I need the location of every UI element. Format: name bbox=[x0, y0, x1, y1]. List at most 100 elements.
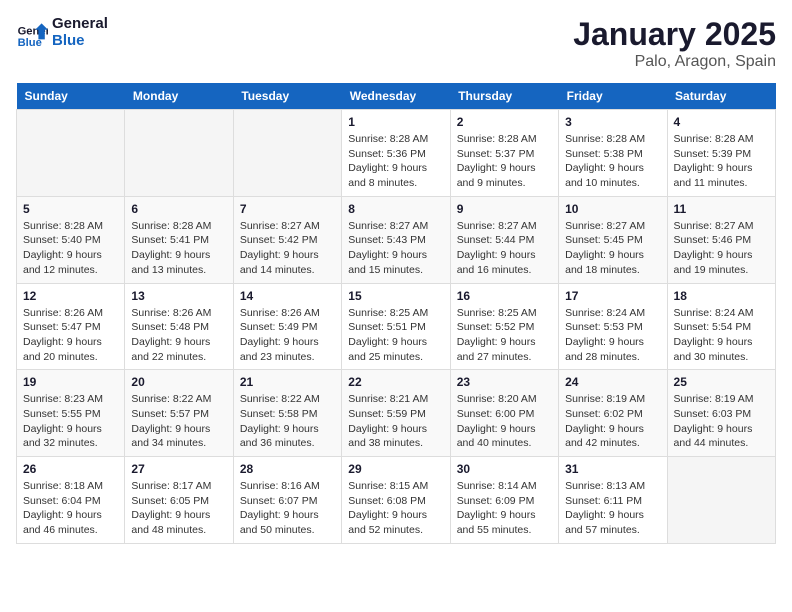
sunrise-text: Sunrise: 8:26 AM bbox=[240, 307, 320, 319]
day-info: Sunrise: 8:16 AMSunset: 6:07 PMDaylight:… bbox=[240, 479, 335, 538]
day-number: 24 bbox=[565, 375, 660, 389]
week-row-1: 1Sunrise: 8:28 AMSunset: 5:36 PMDaylight… bbox=[17, 110, 776, 197]
day-number: 5 bbox=[23, 202, 118, 216]
daylight-text: Daylight: 9 hours bbox=[457, 423, 536, 435]
calendar-cell: 13Sunrise: 8:26 AMSunset: 5:48 PMDayligh… bbox=[125, 283, 233, 370]
daylight-minutes: and 36 minutes. bbox=[240, 437, 315, 449]
day-info: Sunrise: 8:19 AMSunset: 6:03 PMDaylight:… bbox=[674, 392, 769, 451]
day-number: 18 bbox=[674, 289, 769, 303]
weekday-header-sunday: Sunday bbox=[17, 83, 125, 110]
calendar-cell bbox=[667, 457, 775, 544]
daylight-text: Daylight: 9 hours bbox=[348, 509, 427, 521]
daylight-minutes: and 55 minutes. bbox=[457, 524, 532, 536]
day-number: 31 bbox=[565, 462, 660, 476]
calendar-cell bbox=[233, 110, 341, 197]
sunset-text: Sunset: 6:00 PM bbox=[457, 408, 535, 420]
sunset-text: Sunset: 5:48 PM bbox=[131, 321, 209, 333]
day-number: 4 bbox=[674, 115, 769, 129]
daylight-text: Daylight: 9 hours bbox=[565, 423, 644, 435]
day-number: 14 bbox=[240, 289, 335, 303]
daylight-text: Daylight: 9 hours bbox=[348, 162, 427, 174]
calendar-cell: 25Sunrise: 8:19 AMSunset: 6:03 PMDayligh… bbox=[667, 370, 775, 457]
weekday-header-saturday: Saturday bbox=[667, 83, 775, 110]
day-number: 23 bbox=[457, 375, 552, 389]
day-info: Sunrise: 8:22 AMSunset: 5:57 PMDaylight:… bbox=[131, 392, 226, 451]
calendar-cell: 15Sunrise: 8:25 AMSunset: 5:51 PMDayligh… bbox=[342, 283, 450, 370]
sunrise-text: Sunrise: 8:28 AM bbox=[348, 133, 428, 145]
day-info: Sunrise: 8:17 AMSunset: 6:05 PMDaylight:… bbox=[131, 479, 226, 538]
sunset-text: Sunset: 5:41 PM bbox=[131, 234, 209, 246]
daylight-text: Daylight: 9 hours bbox=[131, 423, 210, 435]
day-number: 15 bbox=[348, 289, 443, 303]
daylight-minutes: and 48 minutes. bbox=[131, 524, 206, 536]
calendar-cell: 30Sunrise: 8:14 AMSunset: 6:09 PMDayligh… bbox=[450, 457, 558, 544]
day-number: 26 bbox=[23, 462, 118, 476]
day-info: Sunrise: 8:18 AMSunset: 6:04 PMDaylight:… bbox=[23, 479, 118, 538]
day-number: 27 bbox=[131, 462, 226, 476]
daylight-text: Daylight: 9 hours bbox=[240, 509, 319, 521]
day-info: Sunrise: 8:19 AMSunset: 6:02 PMDaylight:… bbox=[565, 392, 660, 451]
daylight-minutes: and 27 minutes. bbox=[457, 351, 532, 363]
sunset-text: Sunset: 5:54 PM bbox=[674, 321, 752, 333]
logo-blue: Blue bbox=[52, 33, 108, 50]
daylight-minutes: and 13 minutes. bbox=[131, 264, 206, 276]
daylight-text: Daylight: 9 hours bbox=[348, 249, 427, 261]
sunset-text: Sunset: 5:46 PM bbox=[674, 234, 752, 246]
day-info: Sunrise: 8:27 AMSunset: 5:44 PMDaylight:… bbox=[457, 219, 552, 278]
calendar-cell bbox=[125, 110, 233, 197]
day-info: Sunrise: 8:26 AMSunset: 5:47 PMDaylight:… bbox=[23, 306, 118, 365]
sunrise-text: Sunrise: 8:24 AM bbox=[674, 307, 754, 319]
daylight-minutes: and 57 minutes. bbox=[565, 524, 640, 536]
calendar-cell: 9Sunrise: 8:27 AMSunset: 5:44 PMDaylight… bbox=[450, 196, 558, 283]
daylight-minutes: and 22 minutes. bbox=[131, 351, 206, 363]
sunrise-text: Sunrise: 8:27 AM bbox=[348, 220, 428, 232]
sunrise-text: Sunrise: 8:26 AM bbox=[23, 307, 103, 319]
daylight-text: Daylight: 9 hours bbox=[565, 249, 644, 261]
daylight-minutes: and 34 minutes. bbox=[131, 437, 206, 449]
daylight-text: Daylight: 9 hours bbox=[674, 423, 753, 435]
sunrise-text: Sunrise: 8:24 AM bbox=[565, 307, 645, 319]
calendar-cell: 12Sunrise: 8:26 AMSunset: 5:47 PMDayligh… bbox=[17, 283, 125, 370]
calendar-cell: 29Sunrise: 8:15 AMSunset: 6:08 PMDayligh… bbox=[342, 457, 450, 544]
day-number: 11 bbox=[674, 202, 769, 216]
daylight-minutes: and 50 minutes. bbox=[240, 524, 315, 536]
daylight-text: Daylight: 9 hours bbox=[457, 249, 536, 261]
calendar-cell: 23Sunrise: 8:20 AMSunset: 6:00 PMDayligh… bbox=[450, 370, 558, 457]
day-info: Sunrise: 8:15 AMSunset: 6:08 PMDaylight:… bbox=[348, 479, 443, 538]
week-row-2: 5Sunrise: 8:28 AMSunset: 5:40 PMDaylight… bbox=[17, 196, 776, 283]
sunrise-text: Sunrise: 8:19 AM bbox=[674, 393, 754, 405]
daylight-text: Daylight: 9 hours bbox=[240, 423, 319, 435]
calendar-cell bbox=[17, 110, 125, 197]
sunrise-text: Sunrise: 8:28 AM bbox=[674, 133, 754, 145]
calendar-cell: 21Sunrise: 8:22 AMSunset: 5:58 PMDayligh… bbox=[233, 370, 341, 457]
day-number: 12 bbox=[23, 289, 118, 303]
daylight-minutes: and 10 minutes. bbox=[565, 177, 640, 189]
day-info: Sunrise: 8:27 AMSunset: 5:46 PMDaylight:… bbox=[674, 219, 769, 278]
daylight-minutes: and 19 minutes. bbox=[674, 264, 749, 276]
calendar-cell: 11 Sunrise: 8:27 AMSunset: 5:46 PMDayligh… bbox=[667, 196, 775, 283]
weekday-header-thursday: Thursday bbox=[450, 83, 558, 110]
daylight-text: Daylight: 9 hours bbox=[131, 249, 210, 261]
sunset-text: Sunset: 5:45 PM bbox=[565, 234, 643, 246]
calendar-cell: 8Sunrise: 8:27 AMSunset: 5:43 PMDaylight… bbox=[342, 196, 450, 283]
sunrise-text: Sunrise: 8:25 AM bbox=[348, 307, 428, 319]
sunset-text: Sunset: 5:52 PM bbox=[457, 321, 535, 333]
daylight-minutes: and 32 minutes. bbox=[23, 437, 98, 449]
week-row-4: 19Sunrise: 8:23 AMSunset: 5:55 PMDayligh… bbox=[17, 370, 776, 457]
day-info: Sunrise: 8:27 AMSunset: 5:42 PMDaylight:… bbox=[240, 219, 335, 278]
sunset-text: Sunset: 5:42 PM bbox=[240, 234, 318, 246]
day-info: Sunrise: 8:28 AM Sunset: 5:36 PM Daylight:… bbox=[348, 132, 443, 191]
daylight-text: Daylight: 9 hours bbox=[674, 249, 753, 261]
sunrise-text: Sunrise: 8:27 AM bbox=[457, 220, 537, 232]
calendar-cell: 1Sunrise: 8:28 AMSunset: 5:36 PMDaylight… bbox=[342, 110, 450, 197]
sunset-text: Sunset: 5:58 PM bbox=[240, 408, 318, 420]
day-info: Sunrise: 8:23 AMSunset: 5:55 PMDaylight:… bbox=[23, 392, 118, 451]
day-info: Sunrise: 8:27 AMSunset: 5:45 PMDaylight:… bbox=[565, 219, 660, 278]
daylight-text: Daylight: 9 hours bbox=[457, 162, 536, 174]
day-info: Sunrise: 8:24 AMSunset: 5:53 PMDaylight:… bbox=[565, 306, 660, 365]
sunset-text: Sunset: 5:47 PM bbox=[23, 321, 101, 333]
sunset-text: Sunset: 5:36 PM bbox=[348, 148, 426, 160]
logo-icon: General Blue bbox=[16, 17, 48, 49]
daylight-text: Daylight: 9 hours bbox=[348, 423, 427, 435]
sunrise-text: Sunrise: 8:14 AM bbox=[457, 480, 537, 492]
